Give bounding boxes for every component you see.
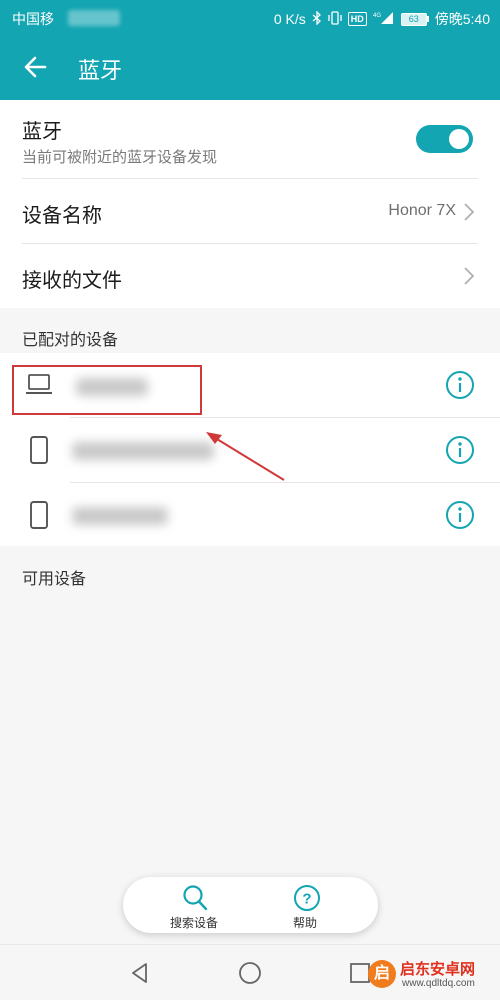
search-devices-label: 搜索设备 [169, 916, 218, 930]
available-devices-header: 可用设备 [22, 571, 87, 588]
help-glyph: ? [302, 891, 311, 908]
carrier-label: 中国移 [12, 11, 54, 27]
bluetooth-toggle[interactable] [416, 125, 473, 153]
page-title: 蓝牙 [78, 58, 123, 83]
vibrate-icon [328, 10, 342, 28]
help-label: 帮助 [292, 916, 317, 930]
watermark-text: 启东安卓网 [400, 961, 476, 978]
bluetooth-title: 蓝牙 [22, 121, 62, 143]
device-name-redacted [72, 507, 168, 525]
status-bar: 中国移 0 K/s HD 4G 63 傍晚5:40 [0, 0, 500, 36]
search-icon [183, 885, 208, 911]
chevron-right-icon [464, 203, 475, 221]
device-name-value: Honor 7X [388, 202, 456, 219]
received-files-row[interactable]: 接收的文件 [0, 244, 500, 308]
battery-icon: 63 [400, 12, 429, 26]
help-icon: ? [294, 885, 320, 911]
network-speed: 0 K/s [273, 11, 306, 27]
device-name-redacted [72, 442, 214, 460]
info-icon[interactable] [445, 500, 475, 530]
toggle-knob [449, 129, 469, 149]
info-icon[interactable] [445, 370, 475, 400]
chevron-right-icon [464, 267, 475, 285]
received-files-label: 接收的文件 [22, 270, 122, 292]
battery-level: 63 [400, 12, 427, 26]
status-right: 0 K/s HD 4G 63 傍晚5:40 [274, 9, 490, 29]
bottom-action-bar: 搜索设备 ? 帮助 [123, 877, 378, 933]
annotation-arrow [206, 432, 285, 481]
bluetooth-row[interactable]: 蓝牙 当前可被附近的蓝牙设备发现 [0, 100, 500, 178]
search-devices-button[interactable]: 搜索设备 [154, 883, 234, 930]
back-arrow-icon[interactable] [18, 50, 54, 86]
network-type: 4G [373, 13, 381, 19]
bluetooth-subtitle: 当前可被附近的蓝牙设备发现 [22, 149, 218, 166]
watermark-url: www.qdltdq.com [402, 978, 475, 989]
info-icon[interactable] [445, 435, 475, 465]
signal-icon: 4G [373, 11, 395, 28]
app-bar: 蓝牙 [0, 36, 500, 100]
device-name-row[interactable]: 设备名称 Honor 7X [0, 179, 500, 243]
paired-device-item[interactable] [0, 483, 500, 547]
bluetooth-status-icon [312, 9, 322, 28]
paired-devices-header: 已配对的设备 [22, 332, 119, 349]
device-name-label: 设备名称 [22, 205, 102, 227]
site-watermark: 启 启东安卓网 www.qdltdq.com [368, 956, 494, 996]
hd-badge: HD [347, 12, 367, 26]
watermark-logo: 启 [368, 960, 396, 988]
carrier-redaction [68, 10, 120, 26]
phone-icon [30, 436, 48, 464]
nav-back-icon[interactable] [126, 959, 154, 987]
status-time: 傍晚5:40 [434, 11, 490, 27]
help-button[interactable]: ? 帮助 [265, 883, 345, 930]
annotation-highlight-box [12, 365, 202, 415]
phone-icon [30, 501, 48, 529]
nav-home-icon[interactable] [236, 959, 264, 987]
settings-card: 蓝牙 当前可被附近的蓝牙设备发现 设备名称 Honor 7X 接收的文件 [0, 100, 500, 308]
